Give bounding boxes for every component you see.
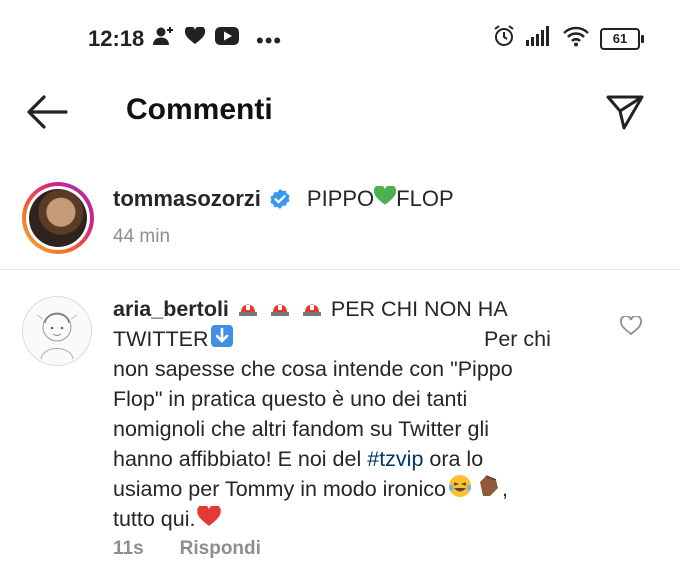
down-arrow-emoji (210, 325, 233, 355)
wifi-icon (562, 25, 590, 52)
comment-line-2: TWITTER (113, 324, 235, 355)
battery-icon: 61 (600, 27, 644, 50)
back-arrow-icon[interactable] (26, 94, 68, 135)
like-heart-icon[interactable] (620, 315, 642, 341)
youtube-icon (215, 27, 239, 50)
caption-line: tommasozorzi PIPPO FLOP (113, 184, 454, 212)
comment-text-1: PER CHI NON HA (330, 297, 508, 321)
comment-text-7: usiamo per Tommy in modo ironico (113, 477, 446, 501)
signal-icon (526, 26, 552, 51)
green-heart-emoji (374, 184, 397, 212)
comment-text-6b: ora lo (423, 447, 484, 471)
siren-emoji (301, 295, 323, 325)
comment-line-7: usiamo per Tommy in modo ironico, (113, 474, 508, 506)
comment-meta: 11s Rispondi (113, 538, 261, 560)
commenter-avatar[interactable] (22, 296, 92, 366)
status-left-icons (153, 25, 239, 51)
comment-line-8: tutto qui. (113, 504, 223, 535)
comment-text-2b: Per chi (484, 327, 551, 351)
comment-text-4: Flop" in pratica questo è uno dei tanti (113, 387, 468, 411)
comment-line-1: aria_bertoli PER CHI NON HA (113, 294, 508, 325)
comment-timestamp: 11s (113, 538, 144, 559)
alarm-icon (492, 24, 516, 53)
divider (0, 269, 680, 270)
siren-emoji (269, 295, 291, 325)
verified-badge-icon (269, 188, 291, 210)
siren-emoji (237, 295, 259, 325)
caption-timestamp: 44 min (113, 226, 171, 247)
comment-text-2a: TWITTER (113, 327, 209, 351)
status-time: 12:18 (88, 26, 145, 51)
laughing-emoji (448, 474, 472, 506)
comment-text-8: tutto qui. (113, 507, 196, 531)
red-heart-emoji (197, 505, 222, 535)
reply-button[interactable]: Rispondi (180, 538, 261, 560)
comment-text-3: non sapesse che cosa intende con "Pippo (113, 357, 513, 381)
caption-text-start: PIPPO (306, 186, 375, 211)
comment-text-6a: hanno affibbiato! E noi del (113, 447, 368, 471)
comment-text-7-end: , (502, 477, 508, 501)
comment-text-5: nomignoli che altri fandom su Twitter gl… (113, 417, 490, 441)
status-right-icons: 61 (492, 24, 644, 53)
page-title: Commenti (126, 93, 273, 126)
hashtag-link[interactable]: #tzvip (367, 447, 423, 471)
heart-icon (184, 25, 206, 50)
status-more-dots: ••• (256, 28, 283, 53)
person-add-icon (153, 26, 175, 51)
author-avatar[interactable] (22, 182, 94, 254)
comment-line-6: hanno affibbiato! E noi del #tzvip ora l… (113, 444, 483, 474)
caption-username[interactable]: tommasozorzi (113, 186, 261, 212)
send-icon[interactable] (605, 93, 645, 136)
coffin-emoji (476, 474, 500, 506)
comment-username[interactable]: aria_bertoli (113, 297, 229, 321)
caption-text-end: FLOP (396, 186, 454, 211)
